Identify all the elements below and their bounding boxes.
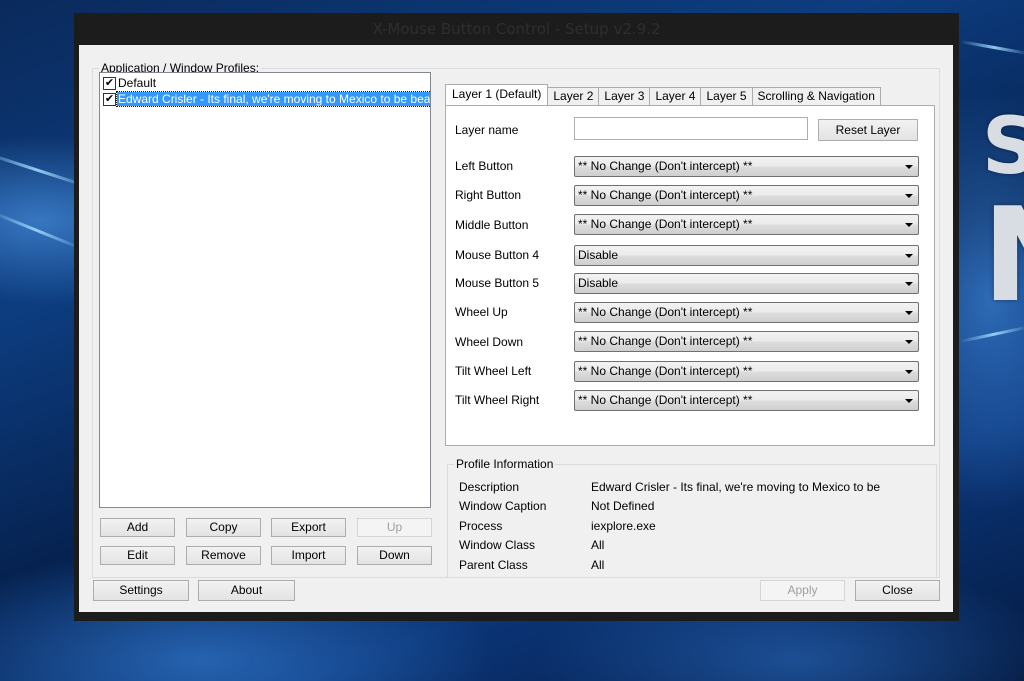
wheel-down-select[interactable]: ** No Change (Don't intercept) ** <box>574 331 919 352</box>
apply-button[interactable]: Apply <box>760 580 845 601</box>
import-profile-button[interactable]: Import <box>271 546 346 565</box>
tab-layer-1[interactable]: Layer 1 (Default) <box>445 84 549 105</box>
background-letter-n: N <box>982 190 1024 320</box>
right-button-value: ** No Change (Don't intercept) ** <box>578 188 753 202</box>
tab-layer-3[interactable]: Layer 3 <box>598 87 651 105</box>
app-window: X-Mouse Button Control - Setup v2.9.2 Ap… <box>74 13 959 621</box>
dialog-client-area: Application / Window Profiles: ✔ Default… <box>79 45 953 612</box>
profiles-listbox[interactable]: ✔ Default ✔ Edward Crisler - Its final, … <box>99 72 431 508</box>
window-class-value: All <box>591 538 605 552</box>
move-down-button[interactable]: Down <box>357 546 432 565</box>
description-label: Description <box>459 480 520 494</box>
description-value: Edward Crisler - Its final, we're moving… <box>591 480 881 494</box>
middle-button-value: ** No Change (Don't intercept) ** <box>578 217 753 231</box>
mouse-button-5-value: Disable <box>578 276 619 290</box>
process-label: Process <box>459 519 503 533</box>
dropdown-arrow-icon <box>905 399 913 403</box>
left-button-value: ** No Change (Don't intercept) ** <box>578 159 753 173</box>
middle-button-select[interactable]: ** No Change (Don't intercept) ** <box>574 214 919 235</box>
middle-button-label: Middle Button <box>455 218 529 232</box>
tab-scrolling-navigation[interactable]: Scrolling & Navigation <box>751 87 881 105</box>
layer-name-input[interactable] <box>574 117 808 140</box>
tab-layer-5[interactable]: Layer 5 <box>700 87 753 105</box>
copy-profile-button[interactable]: Copy <box>186 518 261 537</box>
wheel-down-label: Wheel Down <box>455 335 524 349</box>
tab-layer-2[interactable]: Layer 2 <box>547 87 600 105</box>
tab-layer-4[interactable]: Layer 4 <box>649 87 702 105</box>
settings-button[interactable]: Settings <box>93 580 189 601</box>
about-button[interactable]: About <box>198 580 295 601</box>
dropdown-arrow-icon <box>905 223 913 227</box>
profile-info-group: Profile Information Description Edward C… <box>447 457 937 578</box>
profile-info-group-label: Profile Information <box>454 457 556 471</box>
export-profile-button[interactable]: Export <box>271 518 346 537</box>
dropdown-arrow-icon <box>905 282 913 286</box>
parent-class-label: Parent Class <box>459 558 528 572</box>
tilt-wheel-right-label: Tilt Wheel Right <box>455 393 540 407</box>
edit-profile-button[interactable]: Edit <box>100 546 175 565</box>
move-up-button[interactable]: Up <box>357 518 432 537</box>
background-streak <box>959 40 1024 56</box>
dropdown-arrow-icon <box>905 254 913 258</box>
profile-checkbox[interactable]: ✔ <box>103 76 116 90</box>
tilt-wheel-right-select[interactable]: ** No Change (Don't intercept) ** <box>574 390 919 411</box>
remove-profile-button[interactable]: Remove <box>186 546 261 565</box>
mouse-button-4-select[interactable]: Disable <box>574 245 919 266</box>
tilt-wheel-right-value: ** No Change (Don't intercept) ** <box>578 393 753 407</box>
window-caption-label: Window Caption <box>459 499 547 513</box>
dropdown-arrow-icon <box>905 311 913 315</box>
reset-layer-button[interactable]: Reset Layer <box>818 119 918 141</box>
profile-checkbox[interactable]: ✔ <box>103 92 116 106</box>
layer-tabs: Layer 1 (Default) Layer 2 Layer 3 Layer … <box>445 84 881 105</box>
profile-item-edward-crisler[interactable]: ✔ Edward Crisler - Its final, we're movi… <box>100 91 430 107</box>
close-button[interactable]: Close <box>855 580 940 601</box>
process-value: iexplore.exe <box>591 519 656 533</box>
dropdown-arrow-icon <box>905 194 913 198</box>
background-letter-s: S <box>982 102 1024 192</box>
tilt-wheel-left-label: Tilt Wheel Left <box>455 364 532 378</box>
wheel-up-value: ** No Change (Don't intercept) ** <box>578 305 753 319</box>
dropdown-arrow-icon <box>905 165 913 169</box>
tilt-wheel-left-value: ** No Change (Don't intercept) ** <box>578 364 753 378</box>
layer-panel: Layer name Reset Layer Left Button ** No… <box>445 105 935 446</box>
right-button-select[interactable]: ** No Change (Don't intercept) ** <box>574 185 919 206</box>
parent-class-value: All <box>591 558 605 572</box>
profile-label: Default <box>118 76 157 90</box>
window-title[interactable]: X-Mouse Button Control - Setup v2.9.2 <box>74 13 959 45</box>
mouse-button-5-label: Mouse Button 5 <box>455 276 540 290</box>
window-caption-value: Not Defined <box>591 499 655 513</box>
profile-item-default[interactable]: ✔ Default <box>100 75 430 91</box>
wheel-down-value: ** No Change (Don't intercept) ** <box>578 334 753 348</box>
wheel-up-select[interactable]: ** No Change (Don't intercept) ** <box>574 302 919 323</box>
mouse-button-5-select[interactable]: Disable <box>574 273 919 294</box>
layer-name-label: Layer name <box>455 123 519 137</box>
add-profile-button[interactable]: Add <box>100 518 175 537</box>
left-button-label: Left Button <box>455 159 514 173</box>
profile-label: Edward Crisler - Its final, we're moving… <box>116 91 430 107</box>
wheel-up-label: Wheel Up <box>455 305 508 319</box>
tilt-wheel-left-select[interactable]: ** No Change (Don't intercept) ** <box>574 361 919 382</box>
dropdown-arrow-icon <box>905 370 913 374</box>
mouse-button-4-label: Mouse Button 4 <box>455 248 540 262</box>
dropdown-arrow-icon <box>905 340 913 344</box>
background-streak <box>0 210 84 251</box>
left-button-select[interactable]: ** No Change (Don't intercept) ** <box>574 156 919 177</box>
window-class-label: Window Class <box>459 538 536 552</box>
right-button-label: Right Button <box>455 188 522 202</box>
mouse-button-4-value: Disable <box>578 248 619 262</box>
